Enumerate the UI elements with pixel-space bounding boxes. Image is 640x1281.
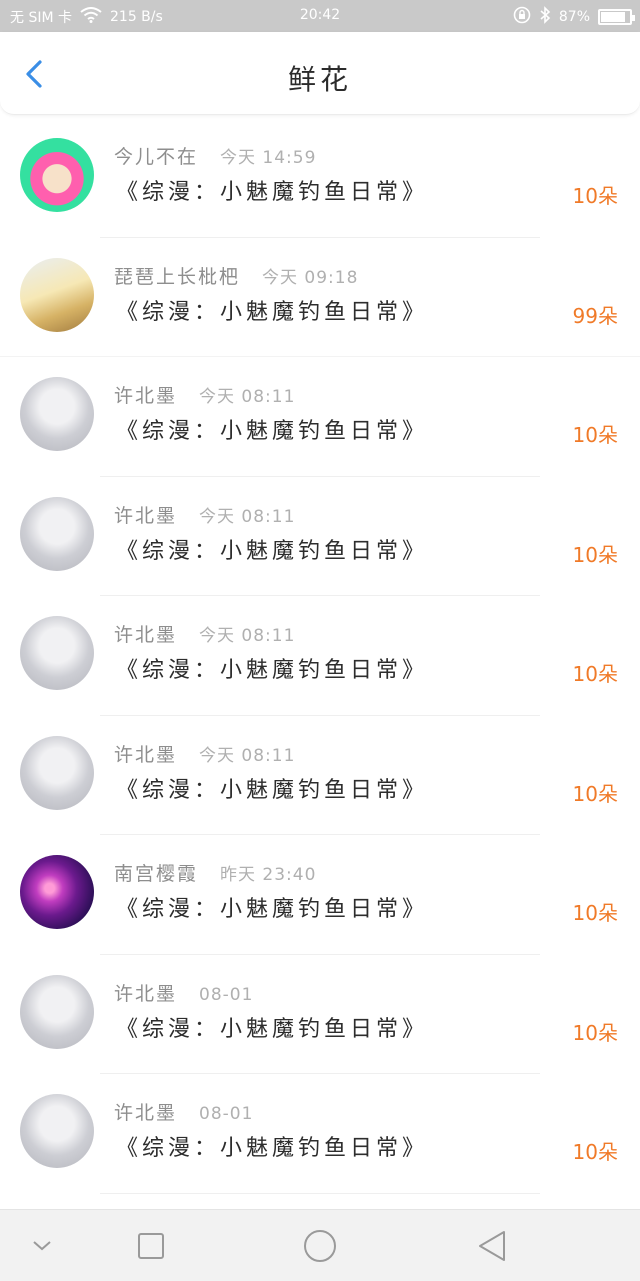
timestamp: 今天 14:59: [220, 148, 317, 168]
collapse-button[interactable]: [24, 1228, 60, 1264]
timestamp: 今天 08:11: [199, 506, 296, 527]
avatar[interactable]: [20, 735, 94, 810]
square-icon: [138, 1233, 164, 1259]
flower-count: 10朵: [572, 662, 618, 686]
battery-fill: [601, 12, 626, 22]
header: 鲜花: [0, 32, 640, 115]
flower-count: 10朵: [572, 542, 618, 567]
avatar[interactable]: [20, 855, 94, 929]
triangle-back-icon: [479, 1231, 505, 1261]
item-meta: 今儿不在 今天 14:59: [114, 142, 316, 169]
avatar[interactable]: [20, 974, 94, 1049]
list-item[interactable]: 许北墨 今天 08:11 《综漫：小魅魔钓鱼日常》 10朵: [0, 357, 640, 477]
item-meta: 许北墨 今天 08:11: [114, 620, 295, 647]
battery-percent: 87%: [558, 9, 590, 25]
user-name[interactable]: 许北墨: [114, 501, 177, 528]
book-title: 《综漫：小魅魔钓鱼日常》: [116, 180, 429, 205]
flower-list: 今儿不在 今天 14:59 《综漫：小魅魔钓鱼日常》 10朵 琵琶上长枇杷 今天 09:1…: [0, 118, 640, 1194]
item-meta: 琵琶上长枇杷 今天 09:18: [114, 262, 358, 289]
user-name[interactable]: 许北墨: [114, 620, 177, 647]
item-meta: 许北墨 今天 08:11: [114, 740, 295, 767]
avatar[interactable]: [20, 257, 94, 332]
avatar[interactable]: [20, 138, 94, 212]
list-item[interactable]: 许北墨 08-01 《综漫：小魅魔钓鱼日常》 10朵: [0, 955, 640, 1074]
timestamp: 08-01: [199, 984, 254, 1005]
status-bar: 无 SIM 卡 215 B/s 20:42 87%: [0, 0, 640, 32]
book-title: 《综漫：小魅魔钓鱼日常》: [116, 777, 429, 803]
list-item[interactable]: 许北墨 08-01 《综漫：小魅魔钓鱼日常》 10朵: [0, 1074, 640, 1194]
flower-count: 10朵: [572, 423, 618, 447]
user-name[interactable]: 琵琶上长枇杷: [114, 262, 240, 289]
divider: [100, 1192, 540, 1194]
item-meta: 许北墨 08-01: [114, 979, 253, 1006]
item-meta: 许北墨 今天 08:11: [114, 381, 295, 408]
book-title: 《综漫：小魅魔钓鱼日常》: [116, 1136, 429, 1161]
timestamp: 昨天 23:40: [220, 865, 317, 885]
timestamp: 今天 09:18: [262, 267, 359, 288]
status-right: 87%: [513, 6, 635, 28]
list-item[interactable]: 许北墨 今天 08:11 《综漫：小魅魔钓鱼日常》 10朵: [0, 716, 640, 835]
navigation-bar: [0, 1209, 640, 1281]
list-item[interactable]: 许北墨 今天 08:11 《综漫：小魅魔钓鱼日常》 10朵: [0, 596, 640, 716]
book-title: 《综漫：小魅魔钓鱼日常》: [116, 538, 429, 564]
list-item[interactable]: 许北墨 今天 08:11 《综漫：小魅魔钓鱼日常》 10朵: [0, 477, 640, 596]
system-back-button[interactable]: [474, 1228, 510, 1264]
book-title: 《综漫：小魅魔钓鱼日常》: [116, 897, 429, 922]
list-item[interactable]: 南宫樱霞 昨天 23:40 《综漫：小魅魔钓鱼日常》 10朵: [0, 835, 640, 955]
book-title: 《综漫：小魅魔钓鱼日常》: [116, 1016, 429, 1042]
timestamp: 08-01: [199, 1104, 254, 1124]
list-item[interactable]: 琵琶上长枇杷 今天 09:18 《综漫：小魅魔钓鱼日常》 99朵: [0, 238, 640, 357]
user-name[interactable]: 许北墨: [114, 381, 177, 408]
flower-count: 10朵: [572, 1020, 618, 1045]
book-title: 《综漫：小魅魔钓鱼日常》: [116, 299, 429, 325]
flower-count: 10朵: [572, 184, 618, 208]
avatar[interactable]: [20, 1094, 94, 1168]
flower-count: 10朵: [572, 901, 618, 925]
book-title: 《综漫：小魅魔钓鱼日常》: [116, 419, 429, 444]
book-title: 《综漫：小魅魔钓鱼日常》: [116, 658, 429, 683]
flower-count: 99朵: [572, 303, 618, 328]
home-button[interactable]: [302, 1228, 338, 1264]
rotation-lock-icon: [513, 6, 531, 28]
timestamp: 今天 08:11: [199, 387, 296, 407]
timestamp: 今天 08:11: [199, 745, 296, 766]
list-item[interactable]: 今儿不在 今天 14:59 《综漫：小魅魔钓鱼日常》 10朵: [0, 118, 640, 238]
item-meta: 南宫樱霞 昨天 23:40: [114, 859, 316, 886]
avatar[interactable]: [20, 616, 94, 690]
bluetooth-icon: [539, 6, 551, 28]
recents-button[interactable]: [133, 1228, 169, 1264]
user-name[interactable]: 今儿不在: [114, 142, 198, 169]
user-name[interactable]: 许北墨: [114, 979, 177, 1006]
user-name[interactable]: 许北墨: [114, 740, 177, 767]
item-meta: 许北墨 08-01: [114, 1098, 253, 1125]
timestamp: 今天 08:11: [199, 626, 296, 646]
flower-count: 10朵: [572, 781, 618, 806]
avatar[interactable]: [20, 496, 94, 571]
user-name[interactable]: 南宫樱霞: [114, 859, 198, 886]
item-meta: 许北墨 今天 08:11: [114, 501, 295, 528]
avatar[interactable]: [20, 377, 94, 451]
flower-count: 10朵: [572, 1140, 618, 1164]
battery-icon: [598, 9, 635, 25]
user-name[interactable]: 许北墨: [114, 1098, 177, 1125]
page-title: 鲜花: [287, 63, 352, 96]
chevron-down-icon: [33, 1241, 51, 1251]
circle-icon: [304, 1230, 336, 1262]
